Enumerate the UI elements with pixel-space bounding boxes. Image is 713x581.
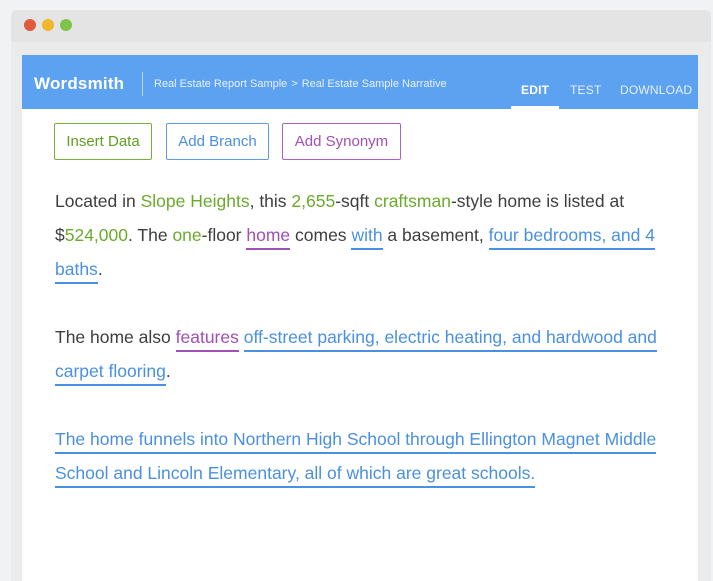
close-window-dot-icon[interactable] (24, 19, 36, 31)
data-token-style[interactable]: craftsman (374, 191, 451, 211)
synonym-token-home[interactable]: home (246, 225, 291, 250)
static-text: The home also (55, 327, 176, 347)
header-divider (142, 72, 143, 96)
tab-download[interactable]: DOWNLOAD (620, 83, 692, 97)
narrative-paragraph-3: The home funnels into Northern High Scho… (55, 422, 685, 490)
narrative-paragraph-2: The home also features off-street parkin… (55, 320, 685, 388)
static-text: a basement, (382, 225, 489, 245)
narrative-paragraph-1: Located in Slope Heights, this 2,655-sqf… (55, 184, 685, 286)
breadcrumb: Real Estate Report Sample > Real Estate Sa… (154, 78, 447, 90)
synonym-token-features[interactable]: features (175, 327, 239, 352)
tab-edit[interactable]: EDIT (521, 83, 549, 97)
branch-token-with[interactable]: with (351, 225, 383, 250)
minimize-window-dot-icon[interactable] (42, 19, 54, 31)
branch-token-schools[interactable]: The home funnels into Northern High Scho… (55, 429, 657, 488)
data-token-neighborhood[interactable]: Slope Heights (141, 191, 250, 211)
static-text: Located in (55, 191, 141, 211)
static-text: comes (290, 225, 352, 245)
breadcrumb-separator: > (291, 78, 298, 90)
window-titlebar (11, 10, 711, 42)
maximize-window-dot-icon[interactable] (60, 19, 72, 31)
breadcrumb-narrative[interactable]: Real Estate Sample Narrative (302, 78, 447, 90)
add-branch-button[interactable]: Add Branch (166, 123, 269, 160)
data-token-price[interactable]: 524,000 (65, 225, 128, 245)
add-synonym-button[interactable]: Add Synonym (282, 123, 401, 160)
narrative-editor[interactable]: Located in Slope Heights, this 2,655-sqf… (55, 184, 685, 524)
data-token-floors[interactable]: one (172, 225, 201, 245)
static-text: , this (249, 191, 292, 211)
insert-data-button[interactable]: Insert Data (54, 123, 152, 160)
static-text: . (165, 361, 171, 381)
static-text: . (97, 259, 103, 279)
static-text: -sqft (335, 191, 375, 211)
static-text (239, 327, 244, 347)
tab-test[interactable]: TEST (570, 83, 601, 97)
brand-logo[interactable]: Wordsmith (34, 74, 124, 94)
data-token-sqft[interactable]: 2,655 (291, 191, 335, 211)
static-text: . The (128, 225, 173, 245)
active-tab-indicator (511, 106, 559, 109)
static-text: -floor (201, 225, 247, 245)
breadcrumb-project[interactable]: Real Estate Report Sample (154, 78, 287, 90)
